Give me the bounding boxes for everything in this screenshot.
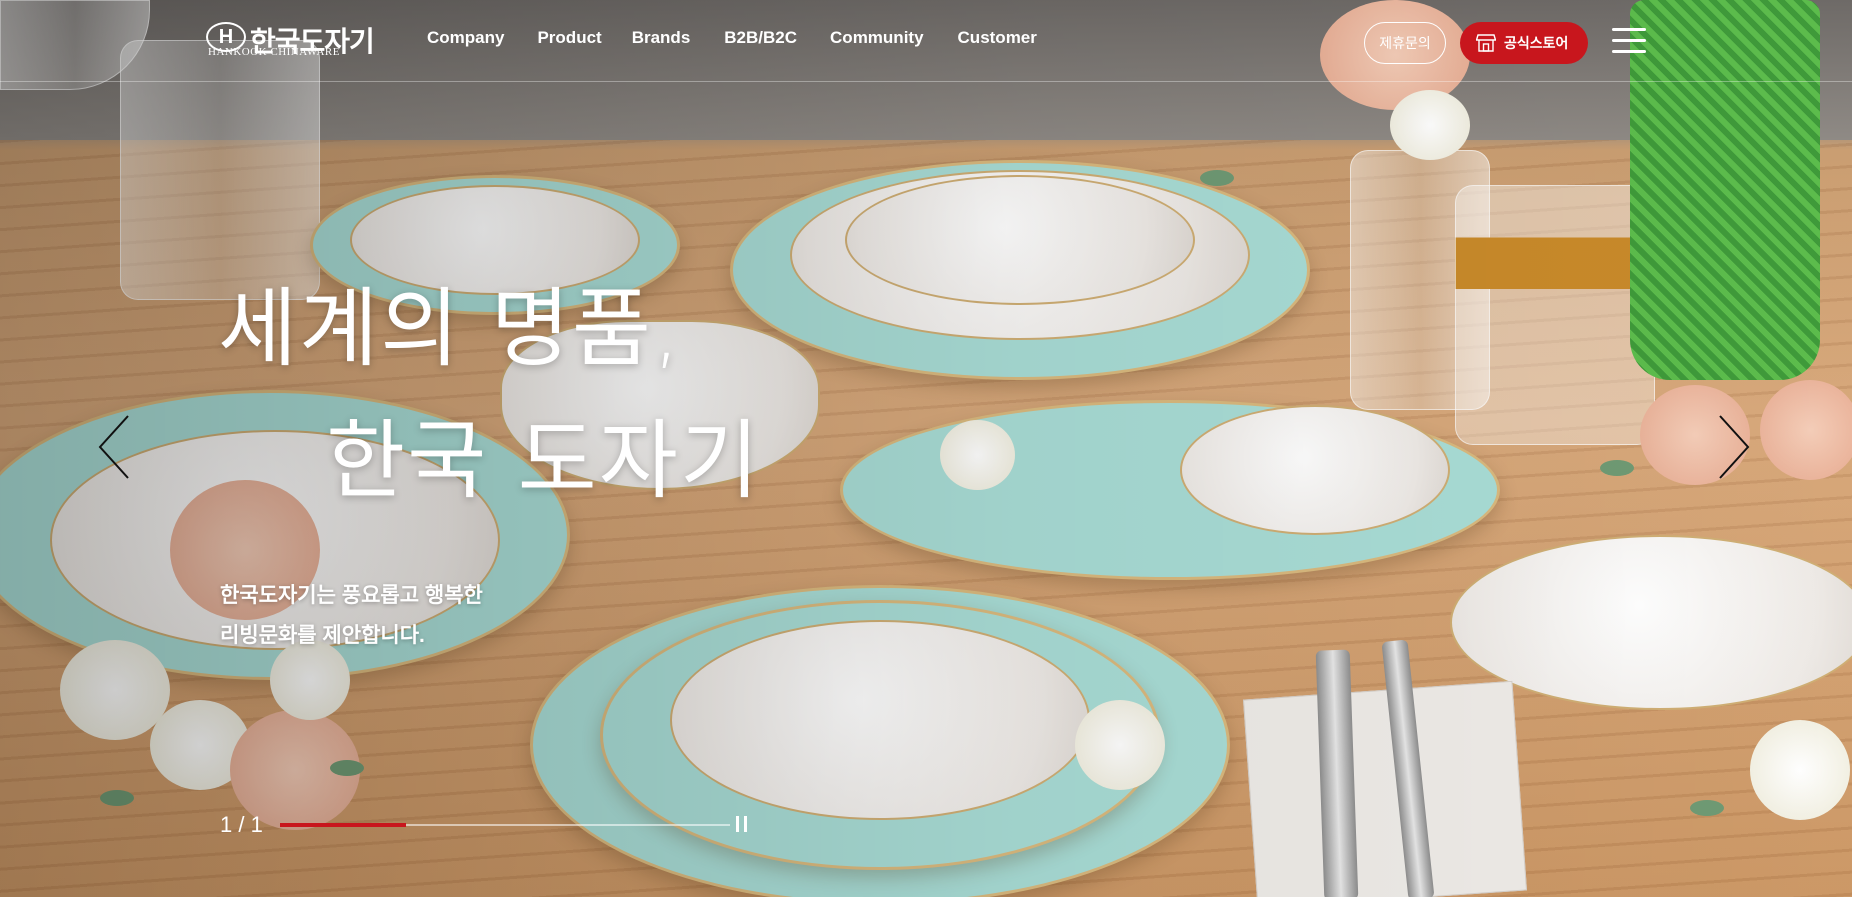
nav-product[interactable]: Product <box>537 28 601 48</box>
pause-icon[interactable] <box>736 816 750 832</box>
partnership-inquiry-label: 제휴문의 <box>1379 35 1431 51</box>
nav-community[interactable]: Community <box>830 28 924 48</box>
nav-company[interactable]: Company <box>427 28 504 48</box>
hamburger-menu-icon[interactable] <box>1612 26 1646 56</box>
storefront-icon <box>1475 34 1497 52</box>
site-header: H 한국도자기 HANKOOK CHINAWARE Company Produc… <box>0 0 1852 82</box>
chevron-right-icon[interactable] <box>1712 412 1752 482</box>
nav-customer[interactable]: Customer <box>958 28 1037 48</box>
slide-progress-fill <box>280 823 406 827</box>
official-store-button[interactable]: 공식스토어 <box>1460 22 1588 64</box>
official-store-label: 공식스토어 <box>1504 35 1569 51</box>
partnership-inquiry-button[interactable]: 제휴문의 <box>1364 22 1446 64</box>
hero-slide: H 한국도자기 HANKOOK CHINAWARE Company Produc… <box>0 0 1852 897</box>
nav-b2b-b2c[interactable]: B2B/B2C <box>724 28 797 48</box>
hero-headline-line2: 한국 도자기 <box>326 411 761 511</box>
chevron-left-icon[interactable] <box>96 412 136 482</box>
logo-name-english: HANKOOK CHINAWARE <box>208 46 340 58</box>
nav-brands[interactable]: Brands <box>632 28 691 48</box>
hero-subcopy-line2: 리빙문화를 제안합니다. <box>220 624 425 647</box>
hero-subcopy-line1: 한국도자기는 풍요롭고 행복한 <box>220 584 483 607</box>
main-nav: Company Product Brands B2B/B2C Community… <box>427 28 1037 48</box>
slide-progress-track <box>280 823 730 827</box>
slide-pagination: 1 / 1 <box>220 812 263 837</box>
hero-subcopy: 한국도자기는 풍요롭고 행복한 리빙문화를 제안합니다. <box>220 576 483 656</box>
hero-headline-line1: 세계의 명품, <box>218 279 683 379</box>
